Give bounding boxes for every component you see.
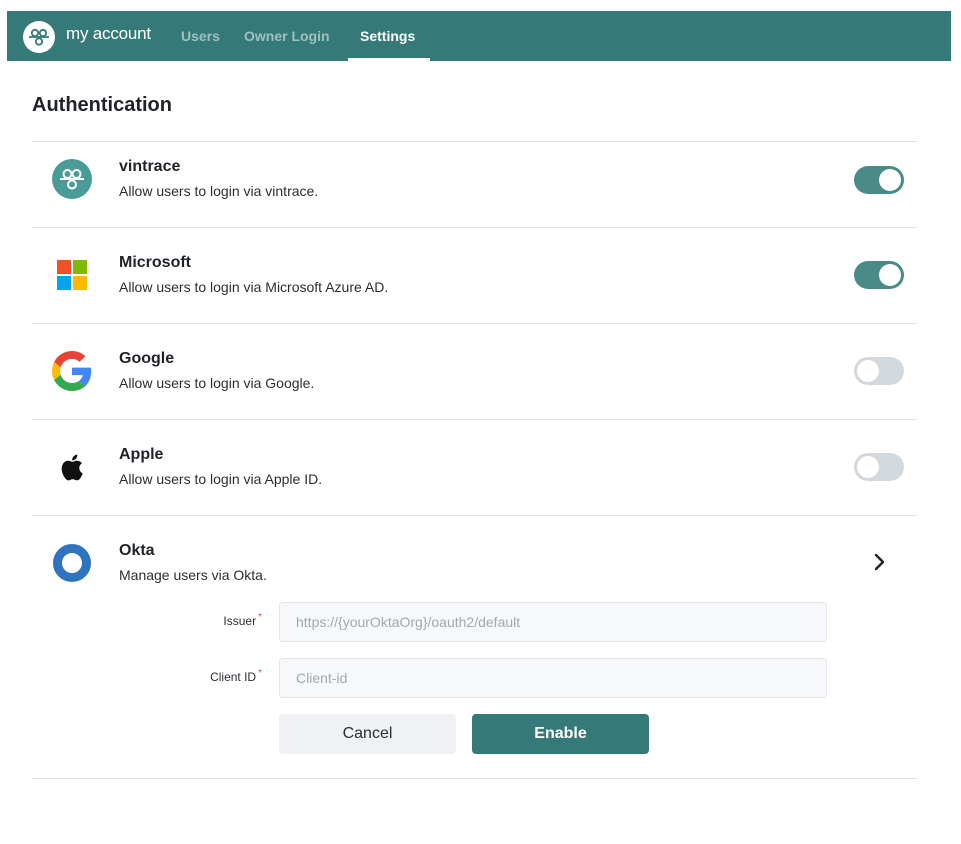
vintrace-login-toggle[interactable]: [854, 166, 904, 194]
divider: [32, 419, 917, 420]
provider-description: Allow users to login via Microsoft Azure…: [119, 279, 389, 295]
apple-icon: [52, 447, 92, 487]
provider-description: Allow users to login via vintrace.: [119, 183, 319, 199]
provider-name: Okta: [119, 542, 155, 559]
enable-button[interactable]: Enable: [472, 714, 649, 754]
chevron-right-icon[interactable]: [868, 551, 890, 573]
client-id-label: Client ID *: [210, 668, 262, 684]
toggle-knob: [857, 456, 879, 478]
divider: [32, 323, 917, 324]
vintrace-logo-icon[interactable]: [23, 21, 55, 53]
divider: [32, 141, 917, 142]
issuer-label: Issuer *: [223, 612, 262, 628]
apple-login-toggle[interactable]: [854, 453, 904, 481]
provider-name: Microsoft: [119, 254, 191, 271]
brand-title[interactable]: my account: [66, 24, 151, 44]
toggle-knob: [879, 169, 901, 191]
divider: [32, 515, 917, 516]
toggle-knob: [857, 360, 879, 382]
provider-description: Allow users to login via Google.: [119, 375, 315, 391]
okta-icon: [52, 543, 92, 583]
divider: [32, 778, 917, 779]
provider-name: vintrace: [119, 158, 181, 175]
client-id-input[interactable]: [279, 658, 827, 698]
nav-tab-users[interactable]: Users: [181, 28, 220, 44]
required-mark: *: [258, 612, 262, 623]
provider-description: Allow users to login via Apple ID.: [119, 471, 323, 487]
page-title: Authentication: [32, 94, 172, 116]
nav-tab-settings[interactable]: Settings: [360, 28, 415, 44]
provider-name: Apple: [119, 446, 164, 463]
provider-description: Manage users via Okta.: [119, 567, 267, 583]
nav-tab-owner-login[interactable]: Owner Login: [244, 28, 330, 44]
top-navbar: my account Users Owner Login Settings: [7, 11, 951, 61]
provider-name: Google: [119, 350, 175, 367]
microsoft-icon: [52, 255, 92, 295]
google-login-toggle[interactable]: [854, 357, 904, 385]
issuer-input[interactable]: [279, 602, 827, 642]
toggle-knob: [879, 264, 901, 286]
cancel-button[interactable]: Cancel: [279, 714, 456, 754]
google-icon: [52, 351, 92, 391]
required-mark: *: [258, 668, 262, 679]
microsoft-login-toggle[interactable]: [854, 261, 904, 289]
divider: [32, 227, 917, 228]
vintrace-icon: [52, 159, 92, 199]
active-tab-indicator: [348, 58, 430, 61]
